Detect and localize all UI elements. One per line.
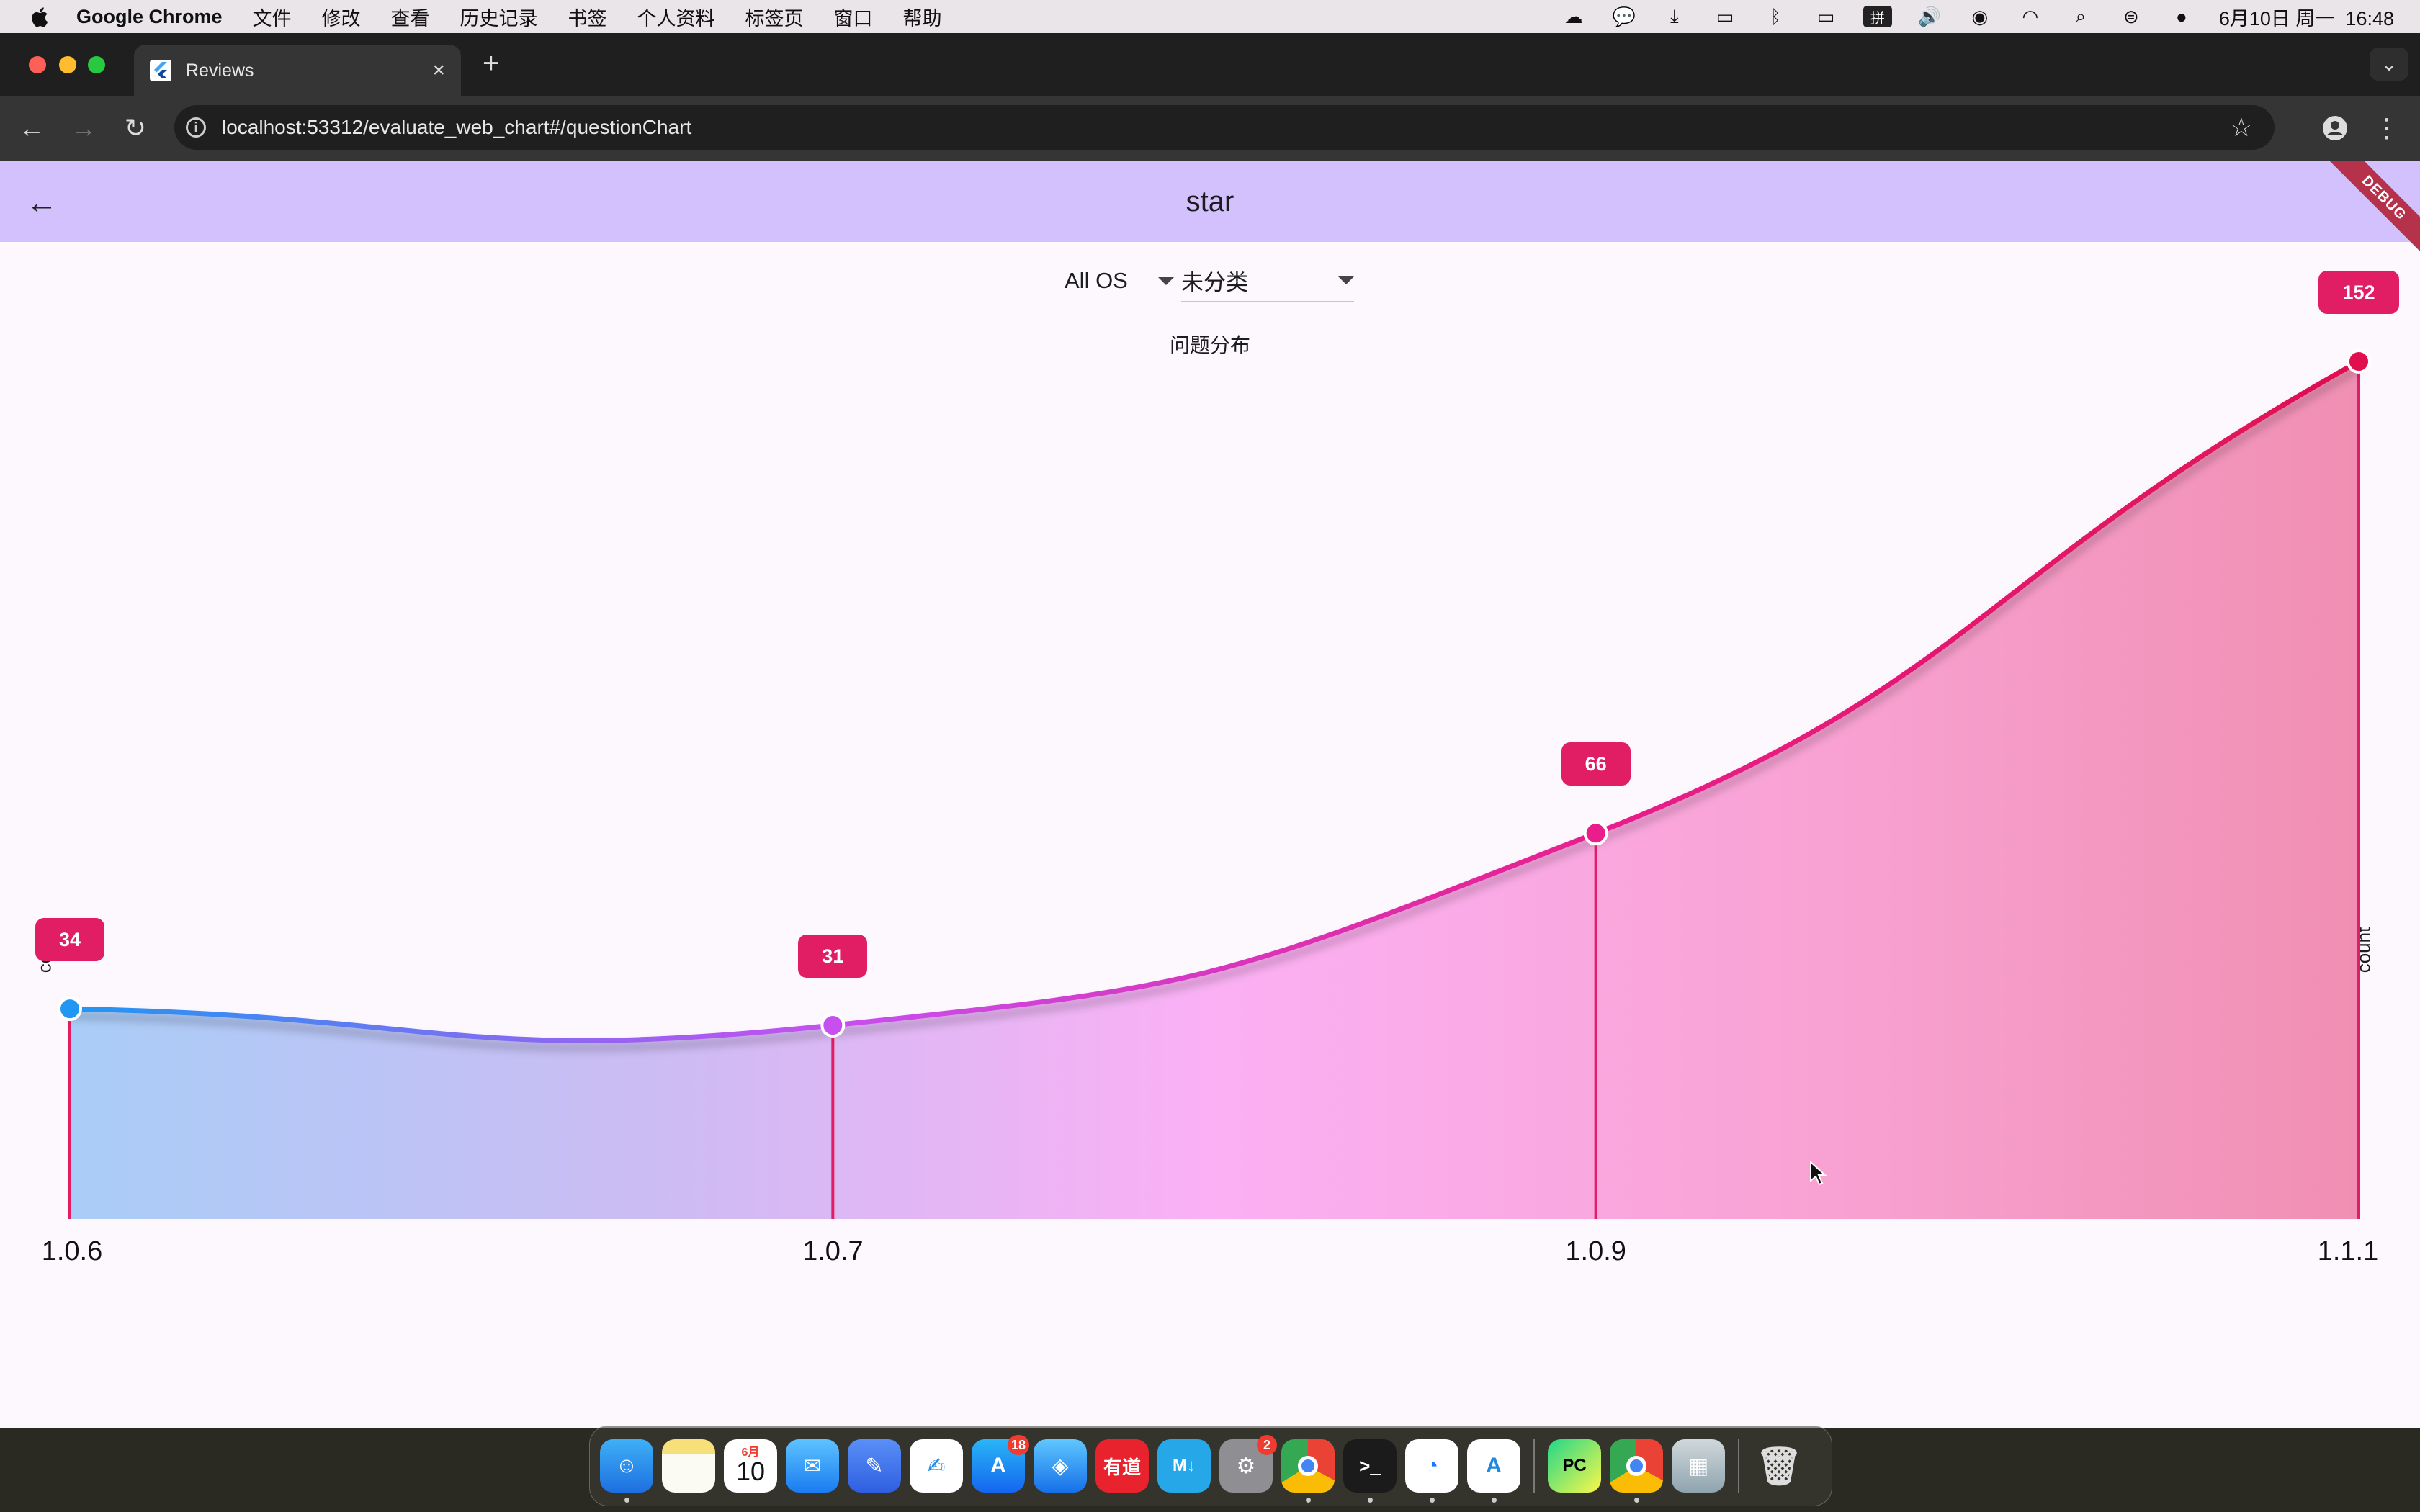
running-indicator <box>1306 1498 1311 1503</box>
menu-help[interactable]: 帮助 <box>903 3 942 31</box>
running-indicator <box>624 1498 629 1503</box>
pen-app-icon[interactable]: ✎ <box>848 1439 901 1493</box>
running-indicator <box>1430 1498 1435 1503</box>
freeform-icon[interactable]: ✍ <box>910 1439 963 1493</box>
menu-window[interactable]: 窗口 <box>834 3 873 31</box>
bookmark-star-icon[interactable]: ☆ <box>2230 112 2253 143</box>
menu-profiles[interactable]: 个人资料 <box>637 3 715 31</box>
volume-icon[interactable]: 🔊 <box>1917 6 1942 27</box>
cloud-app-icon[interactable]: ☁ <box>1561 6 1587 27</box>
window-zoom-button[interactable] <box>88 56 105 73</box>
siri-icon[interactable]: ● <box>2169 6 2195 27</box>
tab-search-chevron-icon[interactable]: ⌄ <box>2370 48 2408 81</box>
apple-menu-icon[interactable] <box>29 6 49 27</box>
mouse-cursor-icon <box>1810 1161 1827 1186</box>
macos-dock: ☺ 6月 10 ✉ ✎ ✍ A 18 ◈ 有道 M↓ ⚙ 2 >_ ◔ A PC ▦… <box>589 1426 1832 1506</box>
menu-tab[interactable]: 标签页 <box>745 3 804 31</box>
pycharm-icon[interactable]: PC <box>1548 1439 1601 1493</box>
system-settings-icon[interactable]: ⚙ 2 <box>1219 1435 1277 1493</box>
menu-file[interactable]: 文件 <box>253 3 292 31</box>
back-arrow-icon[interactable]: ← <box>12 108 52 148</box>
menu-bookmarks[interactable]: 书签 <box>568 3 607 31</box>
url-text[interactable]: localhost:53312/evaluate_web_chart#/ques… <box>222 116 691 139</box>
window-minimize-button[interactable] <box>59 56 76 73</box>
area-fill <box>70 361 2359 1219</box>
bluetooth-icon[interactable]: ᛒ <box>1762 6 1788 27</box>
chrome-menu-kebab-icon[interactable]: ⋮ <box>2367 108 2407 148</box>
menubar-app-name[interactable]: Google Chrome <box>76 6 223 28</box>
profile-avatar-icon[interactable] <box>2315 108 2355 148</box>
input-method-indicator[interactable]: 拼 <box>1863 6 1892 27</box>
control-center-icon[interactable]: ⊜ <box>2118 6 2144 27</box>
display-icon[interactable]: ▭ <box>1712 6 1738 27</box>
preview-icon[interactable]: ▦ <box>1672 1439 1725 1493</box>
chrome-second-icon[interactable] <box>1610 1439 1663 1503</box>
calendar-day: 10 <box>735 1457 766 1486</box>
terminal-icon[interactable]: >_ <box>1343 1439 1397 1503</box>
markdown-editor-icon[interactable]: M↓ <box>1157 1439 1211 1493</box>
safari-icon[interactable]: ◈ <box>1034 1439 1087 1493</box>
spotlight-search-icon[interactable]: ⌕ <box>2068 5 2094 27</box>
chat-status-icon[interactable]: 💬 <box>1611 6 1637 27</box>
app-content: ← star DEBUG All OS 未分类 问题分布 count count… <box>0 161 2420 1428</box>
flutter-favicon-icon <box>150 60 171 81</box>
tab-close-icon[interactable]: × <box>432 58 445 83</box>
dock-separator <box>1738 1439 1739 1493</box>
wifi-icon[interactable]: ◠ <box>2017 6 2043 27</box>
running-indicator <box>1368 1498 1373 1503</box>
dock-separator <box>1533 1439 1535 1493</box>
user-account-icon[interactable]: ◉ <box>1967 6 1993 27</box>
battery-icon[interactable]: ▭ <box>1813 6 1839 27</box>
notes-icon[interactable] <box>662 1439 715 1493</box>
settings-badge: 2 <box>1257 1435 1277 1455</box>
window-close-button[interactable] <box>29 56 46 73</box>
menubar-clock[interactable]: 6月10日 周一 16:48 <box>2219 3 2394 31</box>
data-point[interactable] <box>820 1013 846 1038</box>
app-store-icon[interactable]: A 18 <box>972 1435 1029 1493</box>
area-chart <box>58 349 2371 1219</box>
download-status-icon[interactable]: ⤓ <box>1662 5 1688 27</box>
chat-app-icon[interactable]: ◔ <box>1405 1439 1458 1503</box>
calendar-icon[interactable]: 6月 10 <box>724 1439 777 1493</box>
reload-icon[interactable]: ↻ <box>115 108 156 148</box>
menu-history[interactable]: 历史记录 <box>460 3 538 31</box>
chrome-icon[interactable] <box>1281 1439 1335 1503</box>
xcode-instruments-icon[interactable]: A <box>1467 1439 1520 1503</box>
macos-menu-bar: Google Chrome 文件 修改 查看 历史记录 书签 个人资料 标签页 … <box>0 0 2420 33</box>
app-store-badge: 18 <box>1007 1435 1029 1455</box>
new-tab-plus-icon[interactable]: + <box>483 48 499 80</box>
mail-icon[interactable]: ✉ <box>786 1439 839 1493</box>
site-info-icon[interactable]: i <box>186 117 206 138</box>
running-indicator <box>1492 1498 1497 1503</box>
address-bar[interactable]: i localhost:53312/evaluate_web_chart#/qu… <box>174 105 2275 150</box>
menu-edit[interactable]: 修改 <box>322 3 361 31</box>
youdao-dictionary-icon[interactable]: 有道 <box>1095 1439 1149 1493</box>
running-indicator <box>1634 1498 1639 1503</box>
menu-view[interactable]: 查看 <box>391 3 430 31</box>
trash-icon[interactable]: 🗑 <box>1752 1439 1806 1493</box>
tab-title: Reviews <box>186 60 254 81</box>
finder-icon[interactable]: ☺ <box>600 1439 653 1503</box>
data-point[interactable] <box>2347 349 2371 374</box>
data-point[interactable] <box>1583 821 1608 846</box>
forward-arrow-icon[interactable]: → <box>63 108 104 148</box>
browser-tab-reviews[interactable]: Reviews × <box>134 45 461 96</box>
data-point[interactable] <box>58 996 82 1022</box>
